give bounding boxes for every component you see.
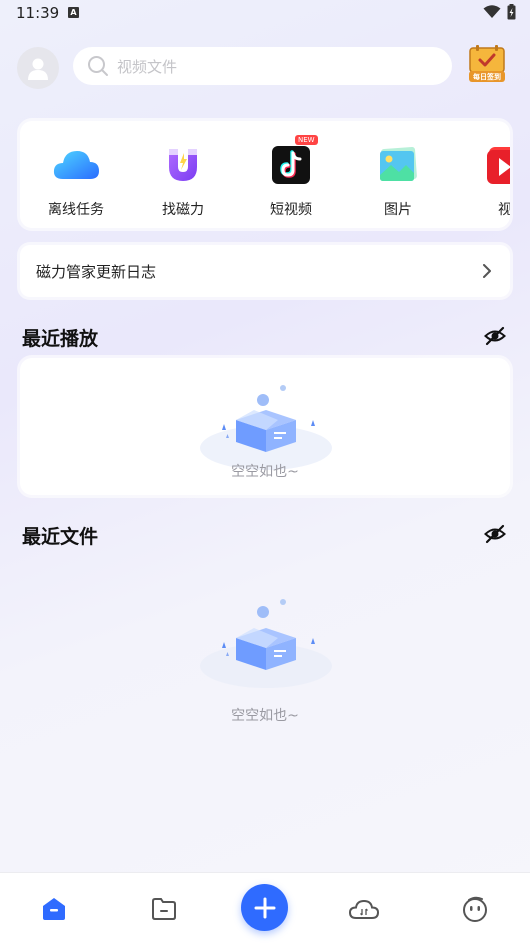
update-log-label: 磁力管家更新日志 bbox=[36, 262, 157, 281]
daily-checkin-button[interactable]: 每日签到 bbox=[466, 44, 508, 84]
plus-icon bbox=[254, 897, 275, 918]
empty-box-illustration bbox=[200, 385, 332, 470]
tiktok-icon bbox=[272, 146, 310, 184]
recent-play-empty-text: 空空如也~ bbox=[231, 464, 299, 480]
search-input[interactable]: 视频文件 bbox=[73, 47, 452, 85]
user-icon bbox=[28, 58, 48, 80]
quick-action-label: 短视频 bbox=[270, 202, 312, 218]
empty-box-illustration bbox=[200, 599, 332, 688]
status-icons bbox=[483, 4, 516, 20]
video-icon bbox=[487, 147, 510, 184]
search-icon bbox=[88, 56, 108, 76]
quick-action-short-video[interactable]: NEW 短视频 bbox=[246, 135, 336, 219]
folder-icon bbox=[152, 898, 176, 920]
quick-action-label: 视 bbox=[498, 202, 510, 218]
quick-action-find-magnet[interactable]: 找磁力 bbox=[138, 143, 228, 219]
face-icon bbox=[463, 896, 487, 922]
recent-play-card: 空空如也~ bbox=[20, 358, 510, 495]
add-button[interactable] bbox=[241, 884, 288, 931]
cloud-transfer-icon bbox=[348, 899, 380, 919]
nav-cloud[interactable] bbox=[348, 893, 380, 925]
cloud-icon bbox=[53, 151, 99, 179]
search-placeholder: 视频文件 bbox=[117, 57, 178, 76]
battery-icon bbox=[507, 4, 516, 20]
eye-off-icon[interactable] bbox=[484, 325, 506, 347]
nav-profile[interactable] bbox=[459, 893, 491, 925]
nav-files[interactable] bbox=[148, 893, 180, 925]
quick-action-label: 找磁力 bbox=[162, 202, 204, 218]
status-indicator-icon: A bbox=[68, 7, 79, 18]
quick-action-offline-tasks[interactable]: 离线任务 bbox=[31, 143, 121, 219]
wifi-icon bbox=[483, 5, 501, 18]
magnet-icon bbox=[169, 149, 197, 181]
quick-action-images[interactable]: 图片 bbox=[353, 143, 443, 219]
image-icon bbox=[380, 147, 417, 181]
quick-action-video[interactable]: 视 bbox=[460, 143, 510, 219]
eye-off-icon[interactable] bbox=[484, 523, 506, 545]
home-icon bbox=[43, 898, 65, 920]
nav-home[interactable] bbox=[38, 893, 70, 925]
avatar[interactable] bbox=[17, 47, 59, 89]
recent-files-title: 最近文件 bbox=[22, 526, 99, 548]
recent-play-title: 最近播放 bbox=[22, 328, 99, 350]
chevron-right-icon bbox=[483, 264, 491, 278]
checkin-label: 每日签到 bbox=[473, 73, 501, 81]
status-time: 11:39 bbox=[16, 4, 60, 22]
new-badge: NEW bbox=[295, 135, 318, 145]
quick-action-label: 离线任务 bbox=[48, 202, 104, 218]
recent-files-empty-text: 空空如也~ bbox=[231, 708, 299, 724]
quick-action-label: 图片 bbox=[384, 202, 412, 218]
quick-actions-card: 离线任务 找磁力 NEW 短视频 图片 视 bbox=[20, 121, 510, 228]
update-log-row[interactable]: 磁力管家更新日志 bbox=[20, 245, 510, 297]
